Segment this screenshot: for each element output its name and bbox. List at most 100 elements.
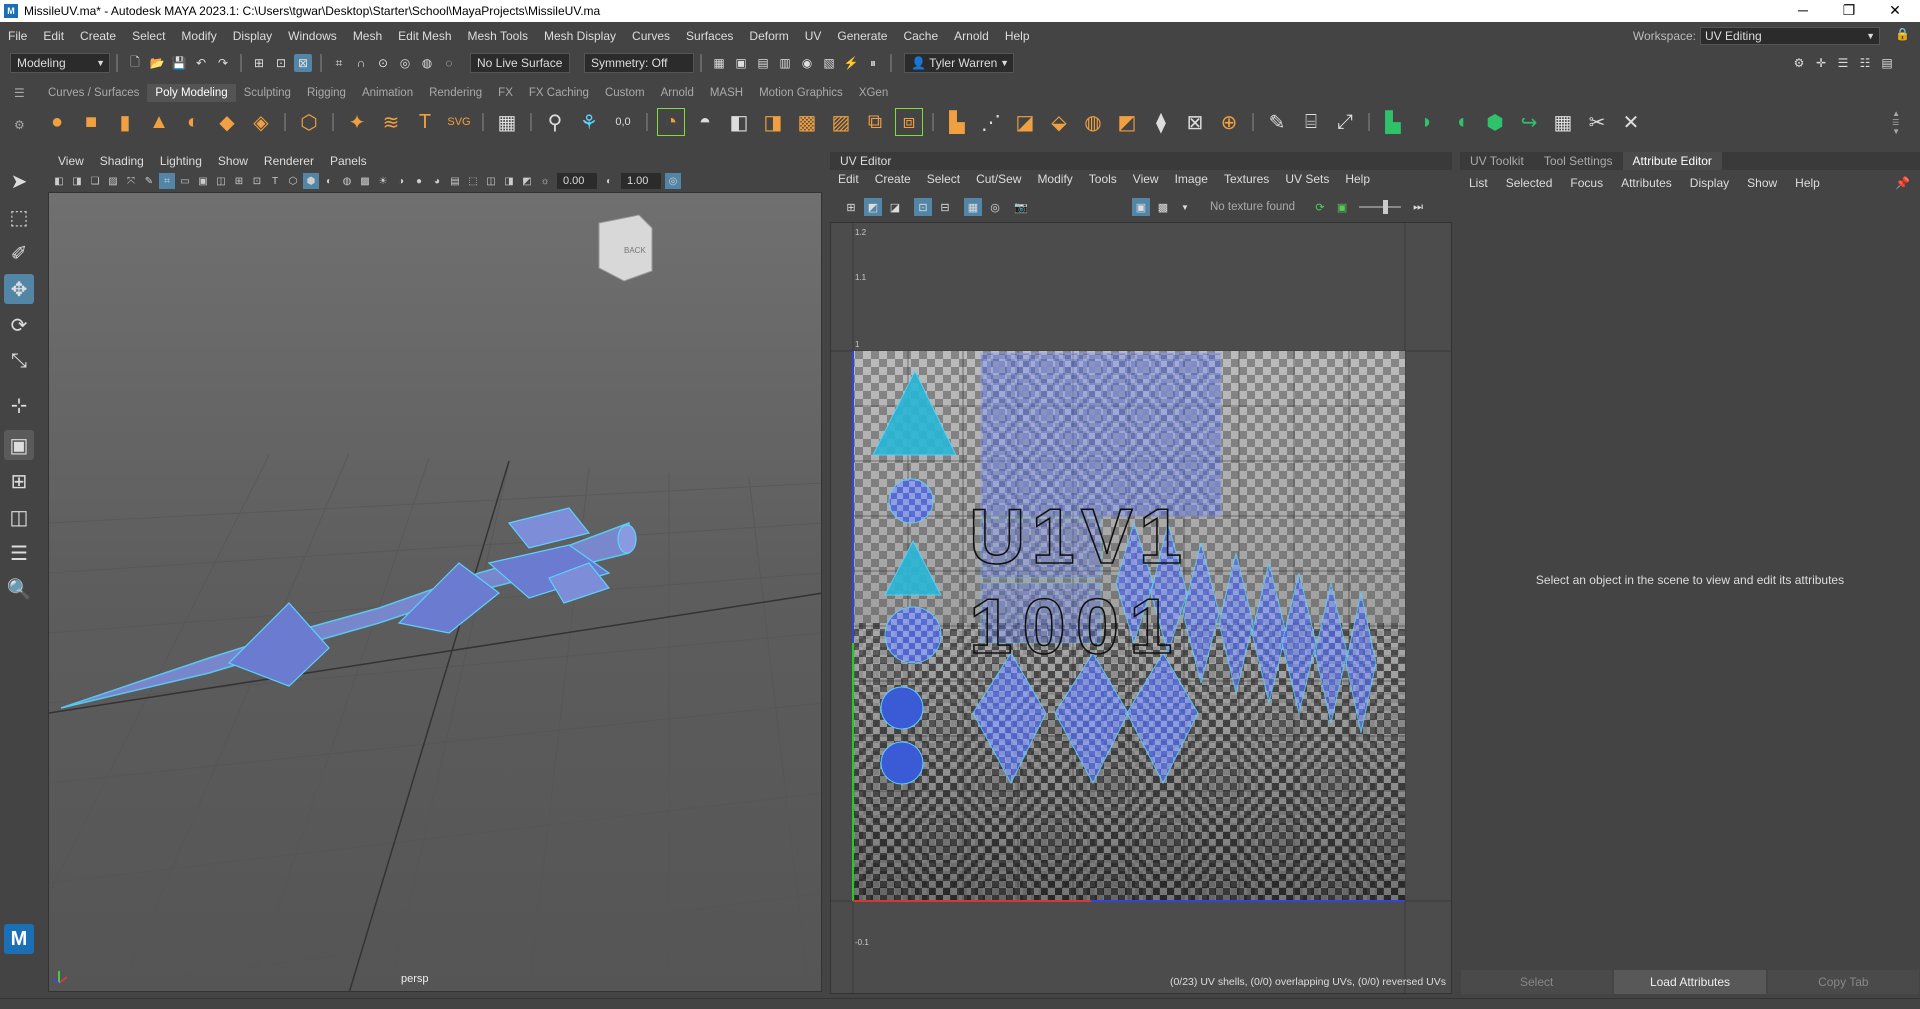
grid-icon[interactable]: ⌗ <box>159 173 175 189</box>
ae-menu-display[interactable]: Display <box>1681 176 1738 190</box>
poly-sphere-icon[interactable]: ● <box>43 108 71 136</box>
uv-menu-uv-sets[interactable]: UV Sets <box>1277 172 1337 186</box>
multi-cut-icon[interactable]: ✎ <box>1263 108 1291 136</box>
workspace-dropdown[interactable]: UV Editing ▼ <box>1700 27 1880 45</box>
bridge-icon[interactable]: ⧉ <box>861 108 889 136</box>
uv-refresh-icon[interactable]: ⟳ <box>1311 198 1329 216</box>
chevron-down-icon[interactable]: ▼ <box>1176 198 1194 216</box>
rotate-tool-icon[interactable]: ⟳ <box>4 310 34 340</box>
channel-box-icon[interactable]: ☰ <box>1834 54 1852 72</box>
wireframe-icon[interactable]: ⬡ <box>285 173 301 189</box>
platonic-solid-icon[interactable]: ⬡ <box>295 108 323 136</box>
shelf-tab-arnold[interactable]: Arnold <box>653 84 702 102</box>
menu-select[interactable]: Select <box>124 29 173 43</box>
maya-home-icon[interactable]: M <box>4 924 34 954</box>
shelf-tab-mash[interactable]: MASH <box>702 84 751 102</box>
copy-tab-button[interactable]: Copy Tab <box>1767 970 1919 994</box>
safe-action-icon[interactable]: ⊡ <box>249 173 265 189</box>
symmetry-dropdown[interactable]: Symmetry: Off <box>584 53 694 73</box>
lasso-tool-icon[interactable]: ⬚ <box>4 202 34 232</box>
viewport-menu-show[interactable]: Show <box>210 154 256 168</box>
shelf-tab-animation[interactable]: Animation <box>354 84 421 102</box>
poly-cube-icon[interactable]: ■ <box>77 108 105 136</box>
menu-cache[interactable]: Cache <box>895 29 946 43</box>
shelf-menu-icon[interactable]: ☰ <box>14 86 30 100</box>
uv-menu-select[interactable]: Select <box>919 172 968 186</box>
menu-mesh[interactable]: Mesh <box>345 29 390 43</box>
select-hierarchy-icon[interactable]: ⊞ <box>250 54 268 72</box>
uv-checker-icon[interactable]: ▦ <box>964 198 982 216</box>
poke-icon[interactable]: ⬙ <box>1045 108 1073 136</box>
gamma-field[interactable]: 1.00 <box>621 173 661 189</box>
move-tool-icon[interactable]: ✥ <box>4 274 34 304</box>
undo-icon[interactable]: ↶ <box>192 54 210 72</box>
combine-icon[interactable]: ⚲ <box>541 108 569 136</box>
menu-set-dropdown[interactable]: Modeling ▼ <box>10 53 110 73</box>
sweep-mesh-icon[interactable]: ≋ <box>377 108 405 136</box>
cylindrical-mapping-icon[interactable]: ◗ <box>1413 108 1441 136</box>
shelf-tab-fx-caching[interactable]: FX Caching <box>521 84 597 102</box>
uv-shading-icon[interactable]: ◩ <box>864 198 882 216</box>
menu-curves[interactable]: Curves <box>624 29 678 43</box>
search-icon[interactable]: 🔍 <box>4 574 34 604</box>
poly-disc-icon[interactable]: ◈ <box>247 108 275 136</box>
menu-deform[interactable]: Deform <box>741 29 796 43</box>
uv-exposure-slider[interactable] <box>1359 200 1402 214</box>
xray-icon[interactable]: ◫ <box>483 173 499 189</box>
character-controls-icon[interactable]: ✛ <box>1812 54 1830 72</box>
uv-gamma-icon[interactable]: ⏭ <box>1409 198 1427 216</box>
ambient-occlusion-icon[interactable]: ● <box>411 173 427 189</box>
camera-attributes-icon[interactable]: ◨ <box>69 173 85 189</box>
type-tool-icon[interactable]: ▦ <box>493 108 521 136</box>
snap-grid-icon[interactable]: ⌗ <box>330 54 348 72</box>
modeling-toolkit-icon[interactable]: ⚙ <box>1790 54 1808 72</box>
poly-cone-icon[interactable]: ▲ <box>145 108 173 136</box>
viewport-menu-lighting[interactable]: Lighting <box>152 154 210 168</box>
menu-uv[interactable]: UV <box>797 29 830 43</box>
select-object-icon[interactable]: ⊡ <box>272 54 290 72</box>
uv-menu-image[interactable]: Image <box>1167 172 1216 186</box>
2d-pan-zoom-icon[interactable]: ⤧ <box>123 173 139 189</box>
exposure-field[interactable]: 0.00 <box>557 173 597 189</box>
paint-select-tool-icon[interactable]: ✐ <box>4 238 34 268</box>
snap-view-icon[interactable]: ◎ <box>396 54 414 72</box>
ipr-render-icon[interactable]: ▤ <box>754 54 772 72</box>
uv-image-icon[interactable]: ▣ <box>1333 198 1351 216</box>
shadows-icon[interactable]: ◑ <box>393 173 409 189</box>
viewport-menu-shading[interactable]: Shading <box>92 154 152 168</box>
outliner-layout-icon[interactable]: ☰ <box>4 538 34 568</box>
svg-icon[interactable]: SVG <box>445 108 473 136</box>
shelf-scroll[interactable]: ▲ ☰ ▼ <box>1892 109 1900 136</box>
uv-distortion-icon[interactable]: ◪ <box>886 198 904 216</box>
poly-plane-icon[interactable]: ◆ <box>213 108 241 136</box>
uv-isolate-icon[interactable]: ◎ <box>986 198 1004 216</box>
viewport-menu-view[interactable]: View <box>50 154 92 168</box>
shelf-tab-fx[interactable]: FX <box>490 84 521 102</box>
tab-tool-settings[interactable]: Tool Settings <box>1534 152 1623 170</box>
poly-torus-icon[interactable]: ◐ <box>179 108 207 136</box>
user-account-dropdown[interactable]: 👤 Tyler Warren ▼ <box>904 53 1014 73</box>
close-button[interactable]: ✕ <box>1872 0 1918 22</box>
snap-vertex-icon[interactable]: ◌ <box>440 54 458 72</box>
sew-uv-icon[interactable]: ✕ <box>1617 108 1645 136</box>
use-lights-icon[interactable]: ☀ <box>375 173 391 189</box>
viewport-menu-panels[interactable]: Panels <box>322 154 375 168</box>
separate-icon[interactable]: ⚘ <box>575 108 603 136</box>
shelf-tab-motion-graphics[interactable]: Motion Graphics <box>751 84 851 102</box>
snap-surface-icon[interactable]: ◍ <box>418 54 436 72</box>
shelf-tab-poly-modeling[interactable]: Poly Modeling <box>147 84 236 102</box>
menu-create[interactable]: Create <box>72 29 124 43</box>
mirror-icon[interactable]: ◧ <box>725 108 753 136</box>
bevel-icon[interactable]: ⧈ <box>895 108 923 136</box>
menu-modify[interactable]: Modify <box>173 29 224 43</box>
anti-aliasing-icon[interactable]: ▤ <box>447 173 463 189</box>
isolate-select-icon[interactable]: ⬚ <box>465 173 481 189</box>
lock-icon[interactable]: 🔒 <box>1895 27 1910 41</box>
uv-menu-view[interactable]: View <box>1125 172 1167 186</box>
menu-surfaces[interactable]: Surfaces <box>678 29 741 43</box>
fill-hole-icon[interactable]: ▨ <box>827 108 855 136</box>
load-attributes-button[interactable]: Load Attributes <box>1614 970 1766 994</box>
uv-menu-cut-sew[interactable]: Cut/Sew <box>968 172 1029 186</box>
shelf-settings-icon[interactable]: ⚙ <box>14 118 25 132</box>
uv-snapshot-icon[interactable]: 📷 <box>1012 198 1030 216</box>
